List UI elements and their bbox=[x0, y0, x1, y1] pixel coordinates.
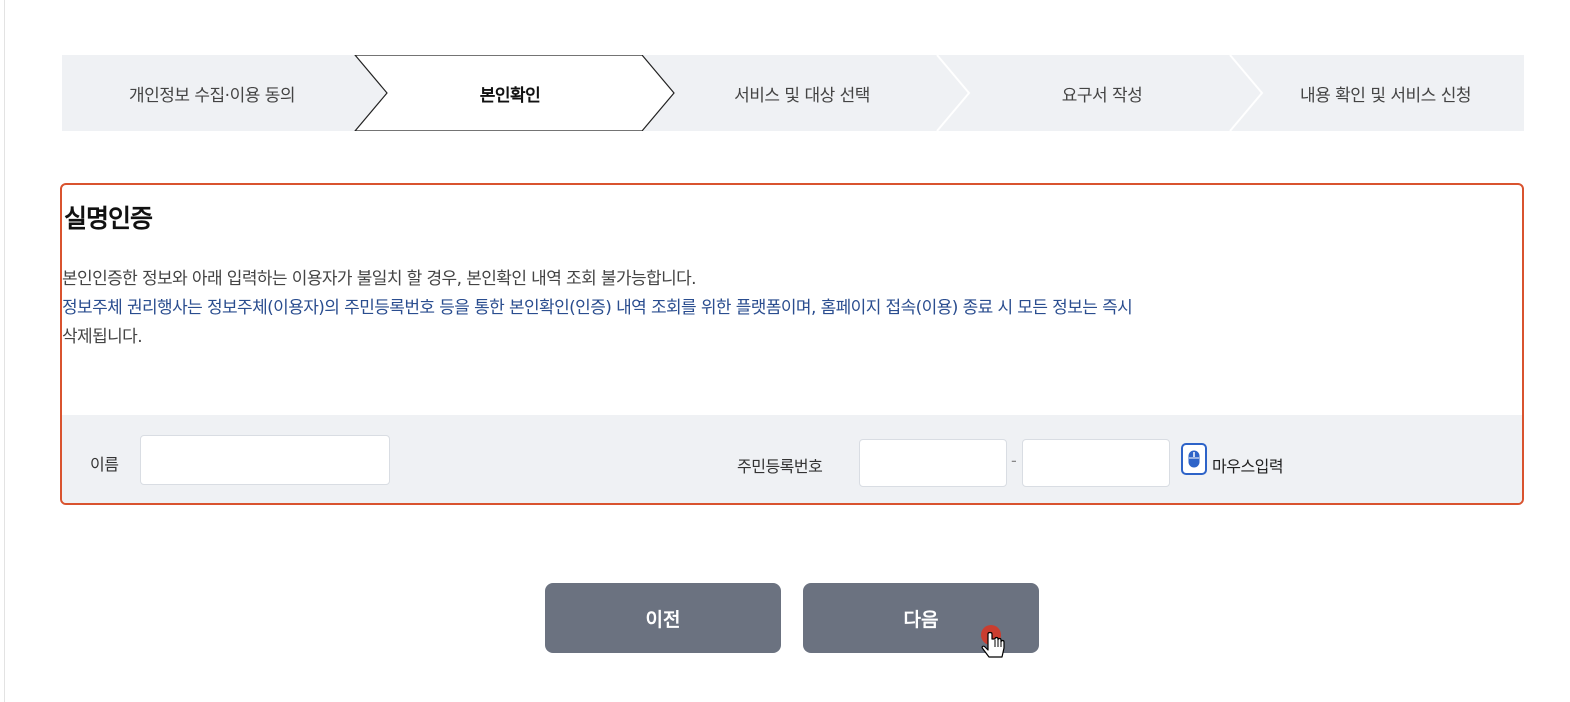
rrn-back-input[interactable] bbox=[1022, 439, 1170, 487]
rrn-separator: - bbox=[1011, 451, 1017, 470]
step-confirm-apply: 내용 확인 및 서비스 신청 bbox=[1299, 85, 1472, 106]
mismatch-notice: 본인인증한 정보와 아래 입력하는 이용자가 불일치 할 경우, 본인확인 내역… bbox=[62, 269, 697, 289]
step-consent: 개인정보 수집·이용 동의 bbox=[128, 85, 296, 106]
prev-button[interactable]: 이전 bbox=[545, 583, 781, 653]
verification-description: 본인인증한 정보와 아래 입력하는 이용자가 불일치 할 경우, 본인확인 내역… bbox=[62, 265, 1502, 352]
real-name-verification-panel: 실명인증 본인인증한 정보와 아래 입력하는 이용자가 불일치 할 경우, 본인… bbox=[60, 183, 1524, 505]
name-input[interactable] bbox=[140, 435, 390, 485]
privacy-info-line2: 삭제됩니다. bbox=[62, 327, 143, 347]
identity-input-row: 이름 주민등록번호 - 마우스입력 bbox=[62, 415, 1522, 503]
privacy-info-line1: 정보주체 권리행사는 정보주체(이용자)의 주민등록번호 등을 통한 본인확인(… bbox=[62, 298, 1133, 318]
name-label: 이름 bbox=[90, 455, 119, 474]
step-request-write: 요구서 작성 bbox=[1061, 85, 1143, 106]
rrn-front-input[interactable] bbox=[859, 439, 1007, 487]
hand-cursor-icon bbox=[981, 625, 1005, 658]
mouse-input-label[interactable]: 마우스입력 bbox=[1212, 453, 1284, 477]
step-progress-bar: 개인정보 수집·이용 동의 본인확인 서비스 및 대상 선택 요구서 작성 내용… bbox=[62, 55, 1524, 131]
mouse-icon bbox=[1188, 450, 1200, 468]
step-service-select: 서비스 및 대상 선택 bbox=[734, 85, 870, 106]
step-identity-check: 본인확인 bbox=[479, 85, 541, 106]
mouse-input-button[interactable] bbox=[1181, 443, 1207, 475]
section-title: 실명인증 bbox=[64, 204, 153, 233]
rrn-label: 주민등록번호 bbox=[737, 457, 823, 476]
